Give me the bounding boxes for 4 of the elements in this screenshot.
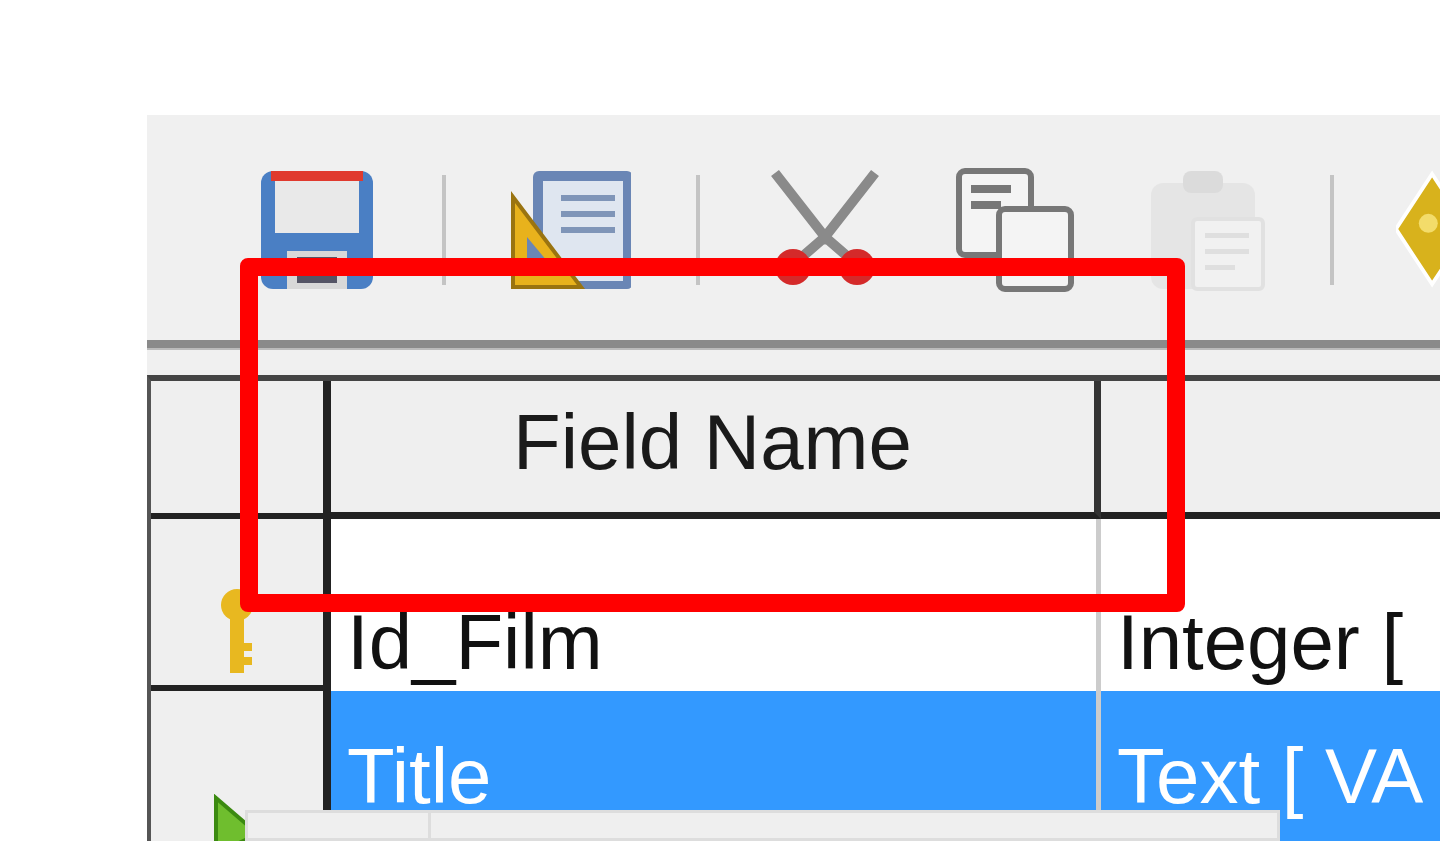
table-cell[interactable]: Id_Film: [331, 519, 1101, 691]
row-header[interactable]: [151, 519, 331, 691]
column-header[interactable]: Field Name: [331, 381, 1101, 519]
table-cell[interactable]: Integer [: [1101, 519, 1440, 691]
